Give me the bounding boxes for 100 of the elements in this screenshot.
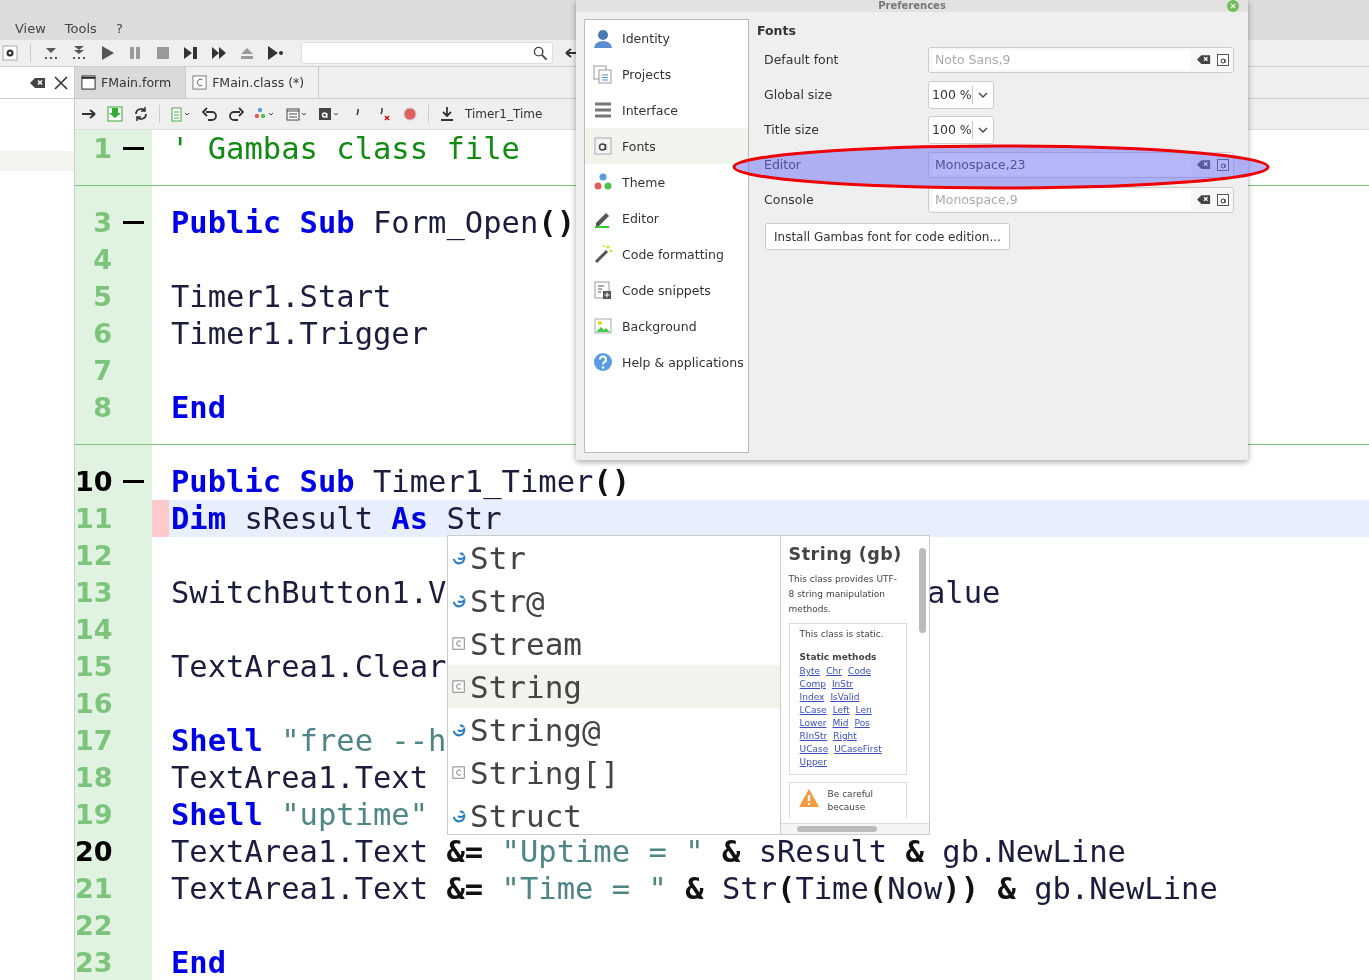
completion-item[interactable]: Str <box>448 536 780 579</box>
method-link[interactable]: Byte <box>799 665 821 678</box>
size-combo[interactable]: 100 % <box>928 115 994 144</box>
line-number: 7 <box>92 355 112 386</box>
completion-item[interactable]: String@ <box>448 708 780 751</box>
play-icon[interactable] <box>99 45 115 61</box>
clear-icon <box>1197 159 1211 170</box>
method-link[interactable]: Chr <box>826 665 842 678</box>
line-number: 17 <box>75 725 112 756</box>
method-link[interactable]: Upper <box>799 756 827 769</box>
font-box-icon <box>1217 193 1229 206</box>
help-icon <box>593 352 613 372</box>
menu-item[interactable]: Tools <box>64 21 97 36</box>
chevron-down-icon <box>978 126 988 133</box>
completion-item[interactable]: Struct <box>448 794 780 834</box>
calendar-icon[interactable] <box>286 106 308 122</box>
font-icon[interactable] <box>318 106 340 122</box>
line-number: 15 <box>75 651 112 682</box>
code-line: Timer1.Start <box>171 279 392 314</box>
completion-item[interactable]: String[] <box>448 751 780 794</box>
line-number: 4 <box>92 244 112 275</box>
help-note: This class is static. <box>799 629 885 639</box>
line-number: 6 <box>92 318 112 349</box>
line-number: 14 <box>75 614 112 645</box>
category-item[interactable]: Help & applications <box>585 344 748 380</box>
fold-marker[interactable] <box>123 221 144 224</box>
method-link[interactable]: IsValid <box>830 691 860 704</box>
swirl-icon <box>452 593 466 608</box>
download-icon[interactable] <box>439 106 455 122</box>
settings-icon[interactable] <box>2 45 18 61</box>
line-number: 16 <box>75 688 112 719</box>
method-link[interactable]: LCase <box>799 704 827 717</box>
fast-forward-icon[interactable] <box>211 45 227 61</box>
method-link[interactable]: Pos <box>854 717 870 730</box>
save-icon[interactable] <box>107 106 123 122</box>
size-combo[interactable]: 100 % <box>928 80 994 109</box>
method-link[interactable]: Len <box>855 704 872 717</box>
font-field[interactable]: Monospace,23 <box>928 151 1234 178</box>
undo-icon[interactable] <box>202 106 218 122</box>
method-link[interactable]: RInStr <box>799 730 828 743</box>
code-line: End <box>171 945 227 980</box>
code-line: TextArea1.Clear <box>171 649 447 684</box>
method-link[interactable]: Comp <box>799 678 826 691</box>
category-item[interactable]: Theme <box>585 164 748 200</box>
line-number: 21 <box>75 873 112 904</box>
category-item[interactable]: Editor <box>585 200 748 236</box>
method-link[interactable]: Right <box>833 730 857 743</box>
play-to-icon[interactable] <box>267 45 283 61</box>
arrow-right-icon[interactable] <box>81 106 97 122</box>
line-number: 1 <box>92 133 112 164</box>
procedure-label[interactable]: Timer1_Time <box>465 107 543 121</box>
method-link[interactable]: Left <box>832 704 850 717</box>
file-tab[interactable]: FMain.form <box>75 67 187 98</box>
method-link[interactable]: Lower <box>799 717 827 730</box>
category-item[interactable]: Code formatting <box>585 236 748 272</box>
code-line: Shell "free --h <box>171 723 447 758</box>
warning-icon <box>797 788 820 808</box>
step-into-icon[interactable] <box>71 45 87 61</box>
method-link[interactable]: Code <box>847 665 871 678</box>
category-item[interactable]: Interface <box>585 92 748 128</box>
category-item[interactable]: Code snippets <box>585 272 748 308</box>
font-box-icon <box>593 136 613 156</box>
redo-icon[interactable] <box>228 106 244 122</box>
clipboard-icon[interactable] <box>170 106 192 122</box>
method-link[interactable]: UCaseFirst <box>834 743 882 756</box>
step-forward-icon[interactable] <box>183 45 199 61</box>
code-line: Public Sub Form_Open() <box>171 205 575 240</box>
code-line: Timer1.Trigger <box>171 316 429 351</box>
window-icon <box>81 75 96 90</box>
line-number: 20 <box>75 836 112 867</box>
scrollbar[interactable] <box>919 548 926 633</box>
completion-item[interactable]: Str@ <box>448 579 780 622</box>
category-item[interactable]: Identity <box>585 20 748 56</box>
completion-item[interactable]: String <box>448 665 780 708</box>
code-line: TextArea1.Text <box>171 760 429 795</box>
record-icon[interactable] <box>402 106 418 122</box>
fold-marker[interactable] <box>123 480 144 483</box>
method-link[interactable]: InStr <box>831 678 854 691</box>
field-label: Global size <box>763 87 834 102</box>
menu-item[interactable]: View <box>15 21 46 36</box>
fold-marker[interactable] <box>123 147 144 150</box>
install-font-button[interactable]: Install Gambas font for code edition... <box>765 223 1010 250</box>
category-item[interactable]: Projects <box>585 56 748 92</box>
line-number: 5 <box>92 281 112 312</box>
method-link[interactable]: UCase <box>799 743 829 756</box>
menu-item[interactable]: ? <box>115 21 123 36</box>
method-link[interactable]: Mid <box>832 717 849 730</box>
search-field[interactable] <box>301 42 553 64</box>
category-item[interactable]: Background <box>585 308 748 344</box>
line-number: 12 <box>75 540 112 571</box>
completion-item[interactable]: Stream <box>448 622 780 665</box>
clear-icon <box>1197 54 1211 65</box>
field-label: Console <box>763 192 815 207</box>
refresh-icon[interactable] <box>133 106 149 122</box>
step-over-icon[interactable] <box>43 45 59 61</box>
category-item[interactable]: Fonts <box>585 128 748 164</box>
swirl-icon <box>452 550 466 565</box>
scrollbar[interactable] <box>796 826 877 832</box>
method-link[interactable]: Index <box>799 691 825 704</box>
close-icon[interactable] <box>53 74 69 91</box>
